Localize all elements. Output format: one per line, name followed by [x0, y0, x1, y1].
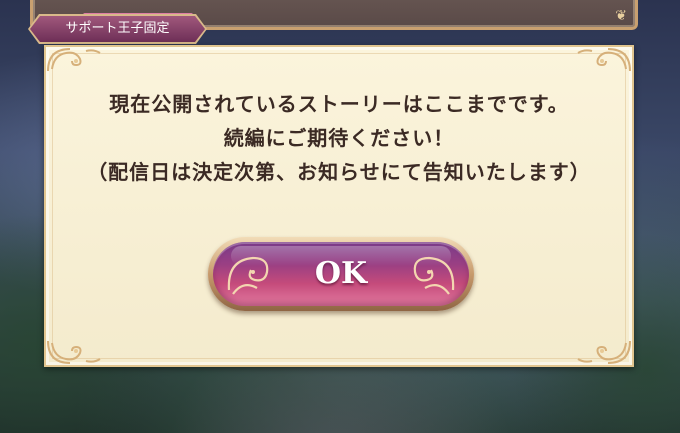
card-corner-ornament-icon: ❦ [615, 8, 627, 24]
ok-button[interactable]: OK [208, 237, 474, 311]
message-line-3: （配信日は決定次第、お知らせにて告知いたします） [87, 160, 591, 184]
corner-ornament-icon [46, 339, 102, 365]
ok-button-label: OK [314, 256, 368, 291]
support-prince-tag: サポート王子固定 [30, 16, 205, 42]
corner-ornament-icon [46, 47, 102, 73]
message-line-1: 現在公開されているストーリーはここまでです。 [109, 92, 569, 116]
corner-ornament-icon [576, 339, 632, 365]
ok-button-face: OK [213, 242, 469, 306]
message-line-2: 続編にご期待ください！ [223, 126, 455, 150]
dialog-message: 現在公開されているストーリーはここまでです。 続編にご期待ください！ （配信日は… [46, 87, 632, 189]
story-end-dialog: 現在公開されているストーリーはここまでです。 続編にご期待ください！ （配信日は… [44, 45, 634, 367]
corner-ornament-icon [576, 47, 632, 73]
